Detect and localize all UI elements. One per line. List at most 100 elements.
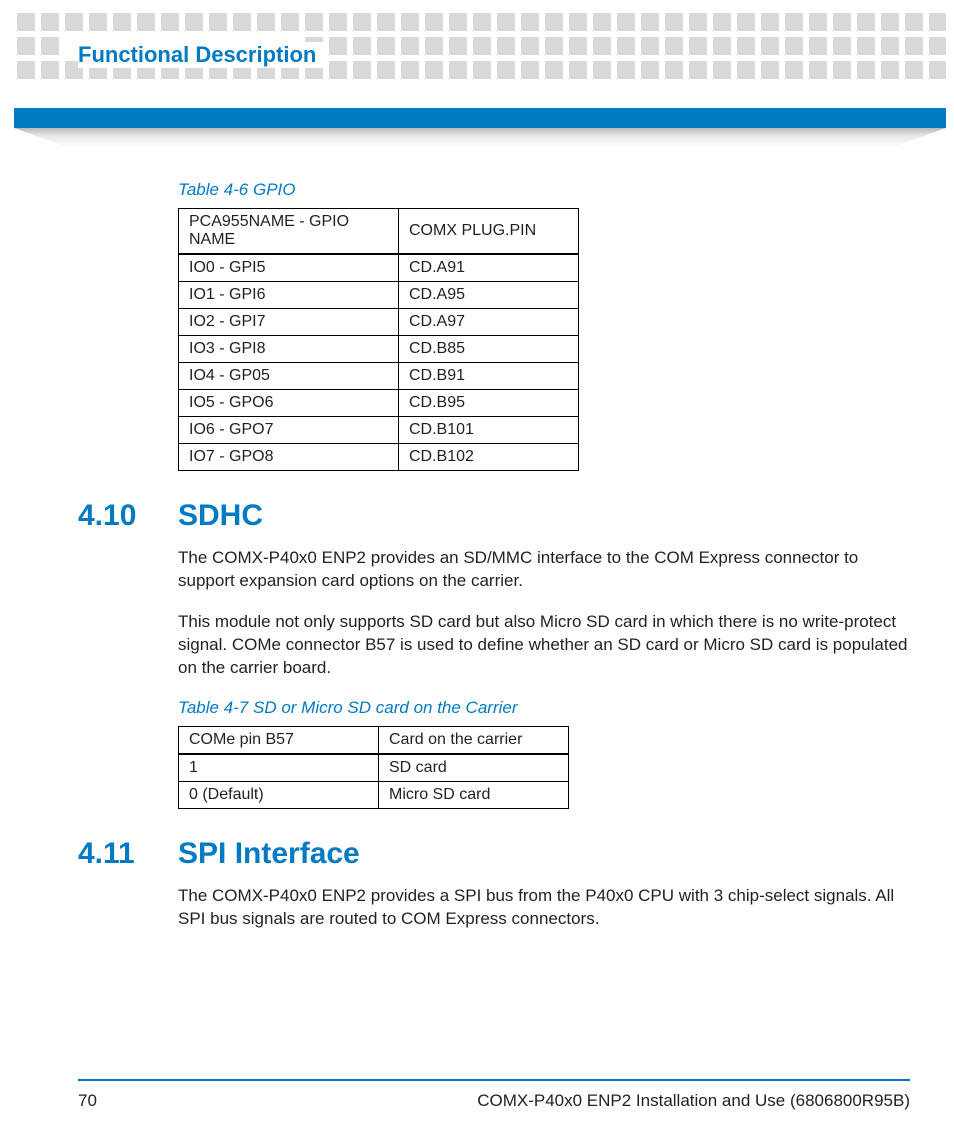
table-cell: CD.B91	[399, 363, 579, 390]
table-gpio: PCA955NAME - GPIO NAME COMX PLUG.PIN IO0…	[178, 208, 579, 471]
decor-square	[761, 13, 779, 31]
decor-square	[329, 61, 347, 79]
decor-square	[689, 13, 707, 31]
decor-square	[833, 13, 851, 31]
decor-square	[713, 13, 731, 31]
header-shadow	[14, 128, 946, 148]
decor-square	[737, 13, 755, 31]
decor-square	[641, 37, 659, 55]
table-row: IO3 - GPI8CD.B85	[179, 336, 579, 363]
decor-square	[473, 61, 491, 79]
decor-square	[545, 37, 563, 55]
decor-square	[665, 37, 683, 55]
table-header-cell: COMe pin B57	[179, 726, 379, 754]
decor-square	[785, 37, 803, 55]
decor-square	[617, 13, 635, 31]
decor-square	[41, 37, 59, 55]
table-sd-card: COMe pin B57 Card on the carrier 1SD car…	[178, 726, 569, 809]
decor-square	[377, 37, 395, 55]
decor-square	[809, 13, 827, 31]
body-paragraph: The COMX-P40x0 ENP2 provides a SPI bus f…	[178, 885, 910, 931]
decor-square	[17, 37, 35, 55]
decor-square	[737, 37, 755, 55]
decor-square	[281, 13, 299, 31]
decor-square	[497, 61, 515, 79]
table-row: IO1 - GPI6CD.A95	[179, 282, 579, 309]
table-cell: CD.B85	[399, 336, 579, 363]
decor-square	[521, 61, 539, 79]
decor-square	[617, 61, 635, 79]
decor-square	[569, 37, 587, 55]
decor-square	[929, 37, 946, 55]
section-heading-spi: SPI Interface	[178, 837, 360, 871]
decor-square	[329, 37, 347, 55]
decor-square	[449, 61, 467, 79]
table-cell: IO2 - GPI7	[179, 309, 399, 336]
decor-square	[209, 13, 227, 31]
decor-square	[449, 13, 467, 31]
table-row: IO0 - GPI5CD.A91	[179, 254, 579, 282]
decor-square	[401, 61, 419, 79]
decor-square	[137, 13, 155, 31]
decor-square	[521, 37, 539, 55]
decor-square	[545, 13, 563, 31]
decor-square	[185, 13, 203, 31]
decor-square	[329, 13, 347, 31]
decor-square	[425, 13, 443, 31]
table-caption-gpio: Table 4-6 GPIO	[178, 180, 910, 200]
table-row: IO7 - GPO8CD.B102	[179, 444, 579, 471]
decor-square	[665, 13, 683, 31]
table-cell: 1	[179, 754, 379, 782]
decor-square	[905, 37, 923, 55]
decor-square	[473, 37, 491, 55]
decor-square	[689, 37, 707, 55]
decor-square	[881, 13, 899, 31]
page-number: 70	[78, 1091, 97, 1111]
table-row: IO5 - GPO6CD.B95	[179, 390, 579, 417]
decor-square	[305, 13, 323, 31]
table-row: 1SD card	[179, 754, 569, 782]
decor-square	[785, 13, 803, 31]
decor-square	[641, 61, 659, 79]
decor-square	[353, 13, 371, 31]
decor-square	[857, 13, 875, 31]
chapter-running-head: Functional Description	[78, 42, 324, 68]
body-paragraph: The COMX-P40x0 ENP2 provides an SD/MMC i…	[178, 547, 910, 593]
table-cell: IO0 - GPI5	[179, 254, 399, 282]
decor-square	[377, 61, 395, 79]
decor-square	[521, 13, 539, 31]
decor-square	[353, 61, 371, 79]
table-cell: IO1 - GPI6	[179, 282, 399, 309]
table-cell: CD.B95	[399, 390, 579, 417]
decor-square	[713, 37, 731, 55]
table-row: IO2 - GPI7CD.A97	[179, 309, 579, 336]
table-caption-sd: Table 4-7 SD or Micro SD card on the Car…	[178, 698, 910, 718]
section-heading-sdhc: SDHC	[178, 499, 263, 533]
table-row: IO6 - GPO7CD.B101	[179, 417, 579, 444]
doc-title-footer: COMX-P40x0 ENP2 Installation and Use (68…	[477, 1091, 910, 1111]
decor-square	[641, 13, 659, 31]
decor-square	[785, 61, 803, 79]
table-cell: IO3 - GPI8	[179, 336, 399, 363]
decor-square	[905, 13, 923, 31]
decor-square	[257, 13, 275, 31]
decor-square	[497, 13, 515, 31]
decor-square	[833, 61, 851, 79]
table-cell: IO6 - GPO7	[179, 417, 399, 444]
table-cell: IO7 - GPO8	[179, 444, 399, 471]
header-blue-bar	[14, 108, 946, 128]
decor-square	[401, 13, 419, 31]
decor-square	[161, 13, 179, 31]
decor-square	[425, 37, 443, 55]
decor-square	[809, 37, 827, 55]
decor-square	[569, 61, 587, 79]
decor-square	[17, 61, 35, 79]
decor-square	[65, 13, 83, 31]
decor-square	[89, 13, 107, 31]
decor-square	[425, 61, 443, 79]
decor-square	[737, 61, 755, 79]
decor-square	[761, 61, 779, 79]
decor-square	[617, 37, 635, 55]
table-cell: CD.A91	[399, 254, 579, 282]
table-cell: SD card	[379, 754, 569, 782]
